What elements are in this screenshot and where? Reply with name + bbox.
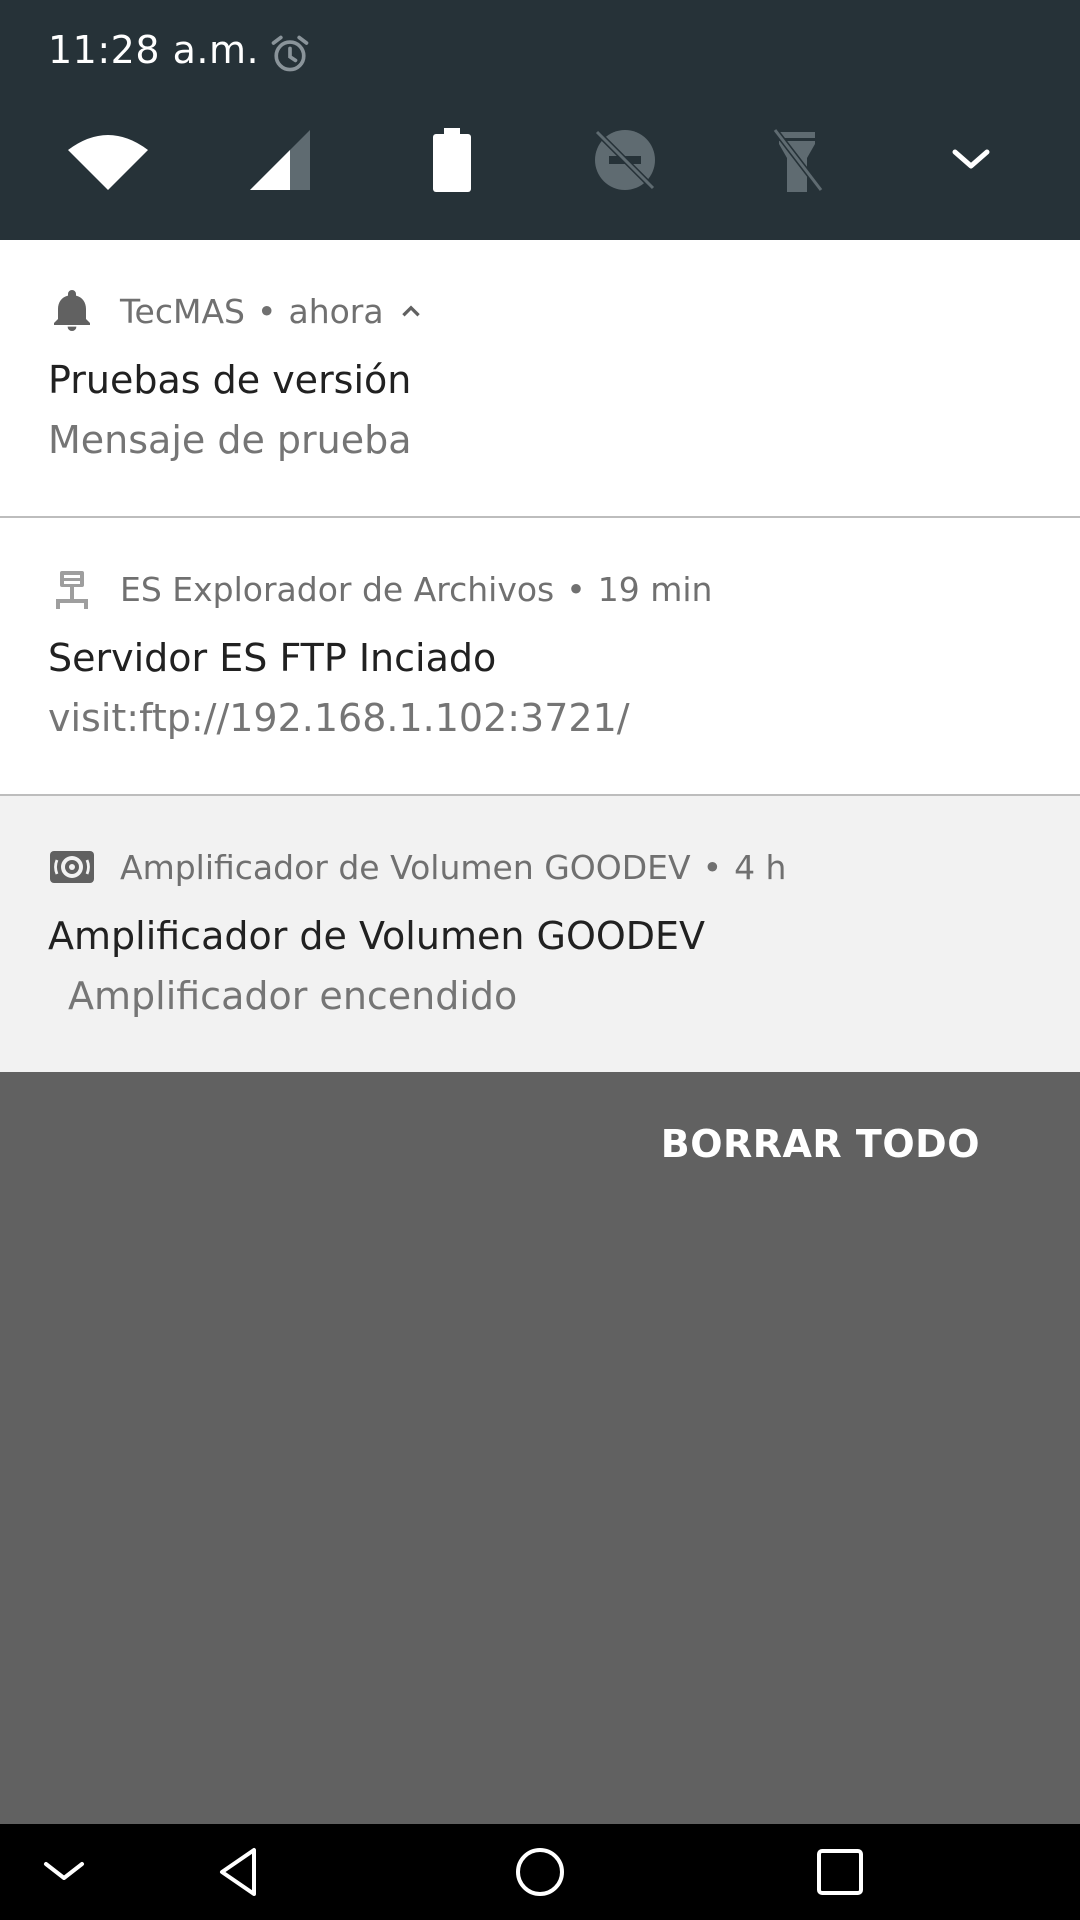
notification-time: 19 min	[597, 569, 713, 609]
flashlight-off-icon[interactable]	[749, 120, 845, 200]
notification-title: Pruebas de versión	[48, 358, 412, 402]
back-icon[interactable]	[210, 1842, 270, 1902]
recent-apps-icon[interactable]	[810, 1842, 870, 1902]
ftp-server-icon	[56, 571, 88, 609]
separator: •	[566, 569, 586, 609]
app-name: Amplificador de Volumen GOODEV	[120, 847, 691, 887]
battery-icon[interactable]	[404, 120, 500, 200]
quick-settings-header: 11:28 a.m.	[0, 0, 1080, 240]
expand-chevron-icon[interactable]	[923, 120, 1019, 200]
notification-title: Servidor ES FTP Inciado	[48, 636, 497, 680]
notification-header: Amplificador de Volumen GOODEV • 4 h	[48, 842, 786, 892]
notification-title: Amplificador de Volumen GOODEV	[48, 914, 706, 958]
notification-text: Amplificador encendido	[68, 974, 518, 1018]
do-not-disturb-off-icon[interactable]	[577, 120, 673, 200]
signal-icon[interactable]	[232, 120, 328, 200]
navigation-bar	[0, 1824, 1080, 1920]
chevron-up-icon[interactable]	[398, 298, 424, 324]
bell-icon	[54, 290, 90, 331]
separator: •	[702, 847, 723, 887]
wifi-icon[interactable]	[60, 120, 156, 200]
home-icon[interactable]	[510, 1842, 570, 1902]
clear-all-button[interactable]: BORRAR TODO	[661, 1122, 980, 1166]
hide-keyboard-icon[interactable]	[34, 1842, 94, 1902]
alarm-clock-icon	[271, 35, 309, 72]
notification-time: 4 h	[734, 847, 787, 887]
notification-header: TecMAS • ahora	[48, 286, 424, 336]
notification-time: ahora	[288, 291, 384, 331]
app-name: TecMAS	[120, 291, 245, 331]
notification-text: Mensaje de prueba	[48, 418, 412, 462]
separator: •	[257, 291, 277, 331]
app-name: ES Explorador de Archivos	[120, 569, 555, 609]
notification-text: visit:ftp://192.168.1.102:3721/	[48, 696, 630, 740]
speaker-icon	[50, 851, 94, 883]
notification-header: ES Explorador de Archivos • 19 min	[48, 564, 712, 614]
status-time: 11:28 a.m.	[48, 28, 260, 72]
